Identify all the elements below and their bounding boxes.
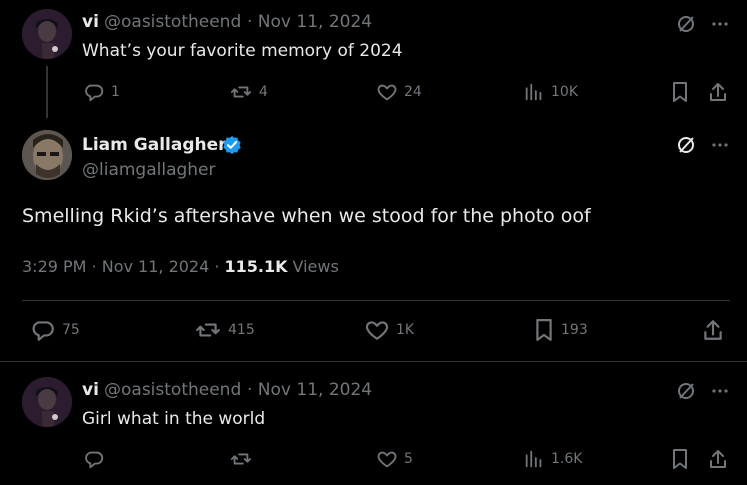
view-count: 115.1K xyxy=(224,257,288,276)
bookmark-icon xyxy=(673,449,687,469)
views-count: 10K xyxy=(551,84,578,100)
avatar-vi[interactable] xyxy=(22,377,72,427)
like-count: 24 xyxy=(404,84,422,100)
like-button[interactable]: 24 xyxy=(376,81,422,103)
reply-icon xyxy=(32,321,54,341)
like-count: 5 xyxy=(404,451,413,467)
tweet-text: What’s your favorite memory of 2024 xyxy=(82,41,403,61)
author-name[interactable]: Liam Gallagher xyxy=(82,135,227,155)
more-button[interactable] xyxy=(708,12,732,36)
grok-button[interactable] xyxy=(674,133,698,157)
bookmark-icon xyxy=(673,82,687,102)
grok-icon xyxy=(678,16,694,32)
avatar-liam[interactable] xyxy=(22,130,72,180)
grok-button[interactable] xyxy=(674,379,698,403)
views-button[interactable]: 1.6K xyxy=(523,448,582,470)
reply-button[interactable] xyxy=(83,448,111,470)
author-name[interactable]: vi xyxy=(82,12,99,32)
tweet-3[interactable]: vi @oasistotheend · Nov 11, 2024 Girl wh… xyxy=(0,362,747,485)
author-name[interactable]: vi xyxy=(82,380,99,400)
more-icon xyxy=(712,22,728,26)
reply-button[interactable]: 75 xyxy=(30,317,80,343)
grok-button[interactable] xyxy=(674,12,698,36)
more-icon xyxy=(712,143,728,147)
tweet-date[interactable]: · Nov 11, 2024 xyxy=(247,12,372,32)
grok-icon xyxy=(678,383,694,399)
more-button[interactable] xyxy=(708,379,732,403)
avatar-vi[interactable] xyxy=(22,9,72,59)
bookmark-count: 193 xyxy=(561,322,588,338)
bookmark-icon xyxy=(536,318,552,341)
tweet-timestamp[interactable]: 3:29 PM · Nov 11, 2024 · xyxy=(22,257,219,276)
like-button[interactable]: 1K xyxy=(364,317,414,343)
reply-button[interactable]: 1 xyxy=(83,81,120,103)
repost-icon xyxy=(230,453,252,465)
heart-icon xyxy=(377,451,397,468)
tweet-1[interactable]: vi @oasistotheend · Nov 11, 2024 What’s … xyxy=(0,0,747,120)
reply-count: 1 xyxy=(111,84,120,100)
reply-count: 75 xyxy=(62,322,80,338)
like-count: 1K xyxy=(396,322,415,338)
repost-count: 4 xyxy=(259,84,268,100)
author-handle[interactable]: @liamgallagher xyxy=(82,160,216,180)
tweet-text: Smelling Rkid’s aftershave when we stood… xyxy=(22,205,591,227)
view-label: Views xyxy=(292,257,339,276)
share-button[interactable] xyxy=(706,80,730,104)
heart-icon xyxy=(377,84,397,101)
tweet-text: Girl what in the world xyxy=(82,409,266,429)
thread-line xyxy=(46,66,48,118)
analytics-icon xyxy=(525,83,542,101)
tweet-date[interactable]: · Nov 11, 2024 xyxy=(247,380,372,400)
bookmark-button[interactable] xyxy=(668,447,692,471)
grok-icon xyxy=(678,137,694,153)
repost-button[interactable] xyxy=(229,448,259,470)
share-icon xyxy=(710,83,726,101)
author-handle[interactable]: @oasistotheend xyxy=(104,380,241,400)
share-icon xyxy=(710,450,726,468)
reply-icon xyxy=(85,451,104,469)
like-button[interactable]: 5 xyxy=(376,448,413,470)
reply-icon xyxy=(85,84,104,102)
analytics-icon xyxy=(525,450,542,468)
tweet-2-focused: Liam Gallagher @liamgallagher Smelling R… xyxy=(0,120,747,360)
repost-count: 415 xyxy=(228,322,255,338)
views-button[interactable]: 10K xyxy=(523,81,578,103)
repost-button[interactable]: 4 xyxy=(229,81,268,103)
repost-icon xyxy=(196,323,220,337)
more-button[interactable] xyxy=(708,133,732,157)
repost-icon xyxy=(230,86,252,98)
views-count: 1.6K xyxy=(551,451,583,467)
tweet-meta: 3:29 PM · Nov 11, 2024 · 115.1K Views xyxy=(22,257,339,276)
divider xyxy=(22,300,730,301)
share-icon xyxy=(704,320,722,340)
author-handle[interactable]: @oasistotheend xyxy=(104,12,241,32)
share-button[interactable] xyxy=(700,317,726,343)
bookmark-button[interactable]: 193 xyxy=(533,317,588,343)
verified-badge-icon xyxy=(223,136,241,154)
repost-button[interactable]: 415 xyxy=(194,317,255,343)
bookmark-button[interactable] xyxy=(668,80,692,104)
share-button[interactable] xyxy=(706,447,730,471)
heart-icon xyxy=(365,321,389,340)
more-icon xyxy=(712,389,728,393)
